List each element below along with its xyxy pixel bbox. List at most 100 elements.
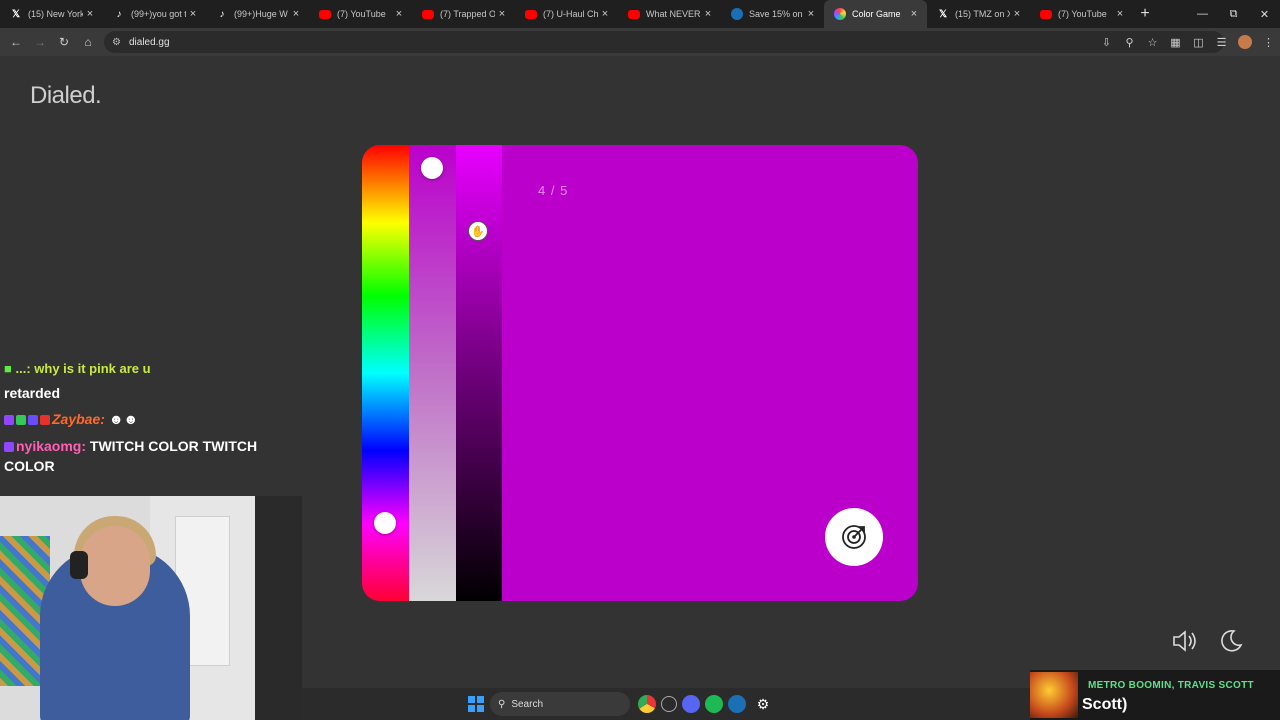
saturation-slider-handle[interactable] [421, 157, 443, 179]
browser-tab[interactable]: Color Game × [824, 0, 927, 28]
chrome-icon[interactable] [638, 695, 656, 713]
tab-close-icon[interactable]: × [907, 8, 921, 20]
tab-close-icon[interactable]: × [186, 8, 200, 20]
hue-slider-handle[interactable] [374, 512, 396, 534]
browser-tab-strip: 𝕏 (15) New York × ♪ (99+)you got to × ♪ (99+)Hu… [0, 0, 1280, 28]
tab-close-icon[interactable]: × [1113, 8, 1127, 20]
taskbar-search-label: Search [511, 698, 544, 710]
youtube-icon [525, 9, 537, 19]
tab-title: What NEVER To [646, 9, 701, 19]
sound-toggle-button[interactable] [1170, 627, 1198, 655]
badge-icon [40, 415, 50, 425]
menu-kebab-icon[interactable]: ⋮ [1257, 36, 1280, 49]
tab-close-icon[interactable]: × [804, 8, 818, 20]
browser-tab[interactable]: ♪ (99+)you got to × [103, 0, 206, 28]
window-controls: — ⧉ ✕ [1187, 0, 1280, 28]
home-icon[interactable]: ⌂ [76, 35, 100, 49]
tab-title: (15) TMZ on X [955, 9, 1010, 19]
windows-start-icon[interactable] [467, 695, 485, 713]
tab-title: (99+)Huge W [234, 9, 288, 19]
youtube-icon [319, 9, 331, 19]
close-window-icon[interactable]: ✕ [1249, 8, 1280, 21]
new-tab-icon[interactable]: + [1133, 5, 1157, 23]
forward-icon[interactable]: → [28, 35, 52, 49]
taskbar-search[interactable]: ⚲ Search [490, 692, 630, 716]
speaker-icon [1173, 630, 1196, 652]
bookmark-star-icon[interactable]: ☆ [1141, 36, 1164, 49]
tab-title: (7) Trapped On [440, 9, 495, 19]
submit-guess-button[interactable] [825, 508, 883, 566]
now-playing-widget: METRO BOOMIN, TRAVIS SCOTT Scott) [1030, 670, 1280, 720]
install-icon[interactable]: ⇩ [1095, 36, 1118, 49]
tab-close-icon[interactable]: × [598, 8, 612, 20]
badge-icon [28, 415, 38, 425]
minimize-icon[interactable]: — [1187, 8, 1218, 20]
webcam-overlay [0, 496, 302, 720]
browser-tab[interactable]: What NEVER To× [618, 0, 721, 28]
chat-message-clipped: ■ ...: why is it pink are u [4, 362, 151, 376]
profile-avatar[interactable] [1238, 35, 1252, 49]
chat-message-continued: retarded [4, 385, 61, 401]
webcam-face [80, 526, 150, 606]
badge-icon [16, 415, 26, 425]
url-text: dialed.gg [128, 36, 170, 48]
media-icon[interactable]: ☰ [1210, 36, 1233, 49]
browser-tab[interactable]: (7) YouTube × [309, 0, 412, 28]
tab-title: Color Game [852, 9, 901, 19]
reload-icon[interactable]: ↻ [52, 35, 76, 49]
youtube-icon [422, 9, 434, 19]
tab-title: (99+)you got to [131, 9, 186, 19]
chat-username: nyikaomg: [16, 438, 87, 454]
browser-tab[interactable]: (7) Trapped On × [412, 0, 515, 28]
spotify-icon[interactable] [705, 695, 723, 713]
sub-badge-icon [4, 415, 14, 425]
search-icon: ⚲ [498, 698, 506, 710]
album-art [1030, 672, 1078, 718]
tab-close-icon[interactable]: × [701, 8, 715, 20]
sub-badge-icon [4, 442, 14, 452]
app-icon[interactable] [661, 696, 677, 712]
browser-toolbar: ← → ↻ ⌂ ⚙ dialed.gg ⇩ ⚲ ☆ ▦ ◫ ☰ ⋮ [0, 28, 1280, 56]
tab-title: (15) New York [28, 9, 83, 19]
extensions-icon[interactable]: ▦ [1164, 36, 1187, 49]
tab-close-icon[interactable]: × [83, 8, 97, 20]
brightness-slider[interactable] [456, 145, 502, 601]
steam-icon[interactable] [728, 695, 746, 713]
settings-gear-icon[interactable]: ⚙ [751, 692, 775, 716]
emote-icon: ☻☻ [108, 411, 139, 427]
tab-title: (7) YouTube [337, 9, 386, 19]
browser-tab[interactable]: ♪ (99+)Huge W × [206, 0, 309, 28]
x-logo-icon: 𝕏 [938, 8, 948, 20]
tab-close-icon[interactable]: × [289, 8, 303, 20]
youtube-icon [1040, 9, 1052, 19]
browser-tab[interactable]: 𝕏 (15) TMZ on X × [927, 0, 1030, 28]
webcam-chair [255, 496, 302, 720]
now-playing-artist: METRO BOOMIN, TRAVIS SCOTT [1088, 680, 1254, 691]
tab-title: Save 15% on C [749, 9, 804, 19]
target-icon [842, 525, 866, 549]
color-game-card: ✋ 4 / 5 [362, 145, 918, 601]
sidebar-icon[interactable]: ◫ [1187, 36, 1210, 49]
color-wheel-icon [834, 8, 846, 20]
tab-title: (7) YouTube [1058, 9, 1107, 19]
restore-icon[interactable]: ⧉ [1218, 8, 1249, 21]
site-logo[interactable]: Dialed. [30, 82, 102, 110]
zoom-icon[interactable]: ⚲ [1118, 36, 1141, 49]
tiktok-icon: ♪ [116, 8, 122, 20]
tab-close-icon[interactable]: × [1010, 8, 1024, 20]
browser-tab[interactable]: (7) U-Haul Cha × [515, 0, 618, 28]
address-bar[interactable]: ⚙ dialed.gg [104, 31, 1224, 53]
brightness-slider-handle[interactable]: ✋ [468, 221, 488, 241]
steam-icon [731, 8, 743, 20]
browser-tab[interactable]: 𝕏 (15) New York × [0, 0, 103, 28]
browser-tab[interactable]: (7) YouTube × [1030, 0, 1133, 28]
theme-toggle-button[interactable] [1216, 627, 1244, 655]
browser-tab[interactable]: Save 15% on C× [721, 0, 824, 28]
site-info-icon[interactable]: ⚙ [112, 37, 121, 48]
back-icon[interactable]: ← [4, 35, 28, 49]
tab-close-icon[interactable]: × [495, 8, 509, 20]
saturation-slider[interactable] [409, 145, 456, 601]
discord-icon[interactable] [682, 695, 700, 713]
chat-username: Zaybae: [52, 411, 105, 427]
tab-close-icon[interactable]: × [392, 8, 406, 20]
